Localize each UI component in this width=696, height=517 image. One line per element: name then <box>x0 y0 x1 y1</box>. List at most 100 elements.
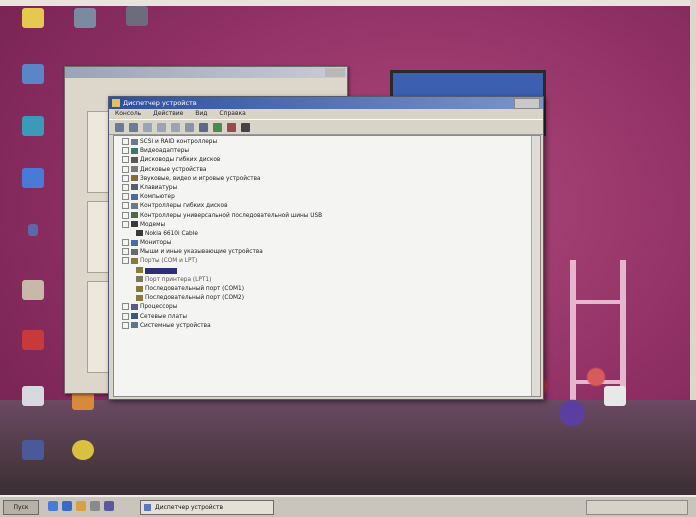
desktop-icon-8[interactable] <box>8 440 58 469</box>
system-icon <box>131 322 138 329</box>
tree-child-item[interactable] <box>114 267 540 276</box>
port-icon <box>131 257 138 264</box>
tree-category[interactable]: SCSI и RAID контроллеры <box>114 138 540 147</box>
expand-icon[interactable] <box>122 138 129 145</box>
window-controls[interactable] <box>325 68 345 77</box>
expand-icon[interactable] <box>122 303 129 311</box>
device-tree[interactable]: SCSI и RAID контроллеры Видеоадаптеры Диск… <box>113 135 541 397</box>
expand-icon[interactable] <box>122 202 129 210</box>
desktop-icon-3[interactable] <box>8 224 58 245</box>
update-driver-icon[interactable] <box>213 122 222 132</box>
expand-icon[interactable] <box>122 183 129 191</box>
tree-item-label: Дисковые устройства <box>140 166 207 173</box>
desktop-icon-7[interactable] <box>58 390 108 419</box>
uninstall-icon[interactable] <box>241 122 250 132</box>
forward-icon[interactable] <box>129 122 138 132</box>
ie-quicklaunch-icon[interactable] <box>62 501 72 511</box>
up-icon[interactable] <box>143 122 152 132</box>
refresh-icon[interactable] <box>185 122 194 132</box>
tree-child-item[interactable]: Nokia 6610i Cable <box>114 230 540 239</box>
tree-category[interactable]: Мыши и иные указывающие устройства <box>114 248 540 257</box>
menu-console[interactable]: Консоль <box>115 110 141 117</box>
disk-icon <box>131 166 138 173</box>
tree-category[interactable]: Контроллеры гибких дисков <box>114 202 540 211</box>
tree-item-label: Порты (COM и LPT) <box>140 258 198 265</box>
port-icon <box>136 285 143 292</box>
tree-category[interactable]: Порты (COM и LPT) <box>114 257 540 266</box>
menu-action[interactable]: Действие <box>153 110 183 117</box>
tree-child-item[interactable]: Последовательный порт (COM2) <box>114 294 540 303</box>
device-manager-window[interactable]: Диспетчер устройств Консоль Действие Вид… <box>108 96 544 400</box>
desktop-icon-5[interactable] <box>8 330 58 359</box>
tree-category[interactable]: Процессоры <box>114 303 540 312</box>
desktop-icon-internet-explorer[interactable] <box>8 168 58 197</box>
desktop-icon-recycle-bin[interactable] <box>590 386 640 415</box>
tree-item-label: Звуковые, видео и игровые устройства <box>140 175 261 182</box>
device-manager-task-icon <box>144 504 151 511</box>
tree-category[interactable]: Дисковые устройства <box>114 165 540 175</box>
system-properties-titlebar[interactable] <box>65 67 347 78</box>
desktop-icon-2[interactable] <box>8 116 58 145</box>
desktop-icon-network[interactable] <box>60 8 110 37</box>
expand-icon[interactable] <box>122 211 129 219</box>
computer-icon <box>131 193 138 200</box>
back-icon[interactable] <box>115 122 124 132</box>
expand-icon[interactable] <box>122 193 129 201</box>
properties-icon[interactable] <box>157 122 166 132</box>
tree-item-label: Мониторы <box>140 240 172 247</box>
expand-icon[interactable] <box>122 165 129 173</box>
taskbar-device-manager[interactable]: Диспетчер устройств <box>140 500 274 515</box>
desktop-icon-9[interactable] <box>58 440 108 469</box>
collapse-icon[interactable] <box>122 220 129 228</box>
tree-category[interactable]: Звуковые, видео и игровые устройства <box>114 174 540 184</box>
expand-icon[interactable] <box>122 156 129 164</box>
explorer-quicklaunch-icon[interactable] <box>90 501 100 511</box>
desktop-icon-6[interactable] <box>8 386 58 415</box>
expand-icon[interactable] <box>122 312 129 320</box>
tree-item-label: Процессоры <box>140 304 178 311</box>
desktop-icon-shortcut[interactable] <box>112 6 162 35</box>
desktop-icon-my-computer[interactable] <box>8 64 58 93</box>
misc-quicklaunch-icon[interactable] <box>104 501 114 511</box>
collapse-icon[interactable] <box>122 257 129 265</box>
start-button[interactable]: Пуск <box>3 500 39 515</box>
tree-category[interactable]: Клавиатуры <box>114 183 540 193</box>
tree-item-label: SCSI и RAID контроллеры <box>140 139 218 145</box>
device-manager-titlebar[interactable]: Диспетчер устройств <box>109 97 543 109</box>
show-desktop-icon[interactable] <box>48 501 58 511</box>
tree-category[interactable]: Контроллеры универсальной последовательн… <box>114 211 540 221</box>
task-label: Диспетчер устройств <box>155 504 224 511</box>
help-icon[interactable] <box>171 122 180 132</box>
modem-icon <box>131 221 138 228</box>
window-controls[interactable] <box>514 98 540 109</box>
tree-category[interactable]: Компьютер <box>114 193 540 202</box>
tree-category[interactable]: Дисководы гибких дисков <box>114 156 540 165</box>
tree-category[interactable]: Мониторы <box>114 239 540 248</box>
tree-child-item[interactable]: Последовательный порт (COM1) <box>114 285 540 294</box>
monitor-icon <box>131 239 138 246</box>
expand-icon[interactable] <box>122 248 129 256</box>
menu-help[interactable]: Справка <box>219 110 245 117</box>
tree-child-item[interactable]: Порт принтера (LPT1) <box>114 276 540 285</box>
sound-icon <box>131 175 138 182</box>
desktop-icon-4[interactable] <box>8 280 58 309</box>
tree-category[interactable]: Сетевые платы <box>114 312 540 322</box>
vertical-scrollbar[interactable] <box>531 136 540 396</box>
disable-icon[interactable] <box>227 122 236 132</box>
mouse-icon <box>131 248 138 255</box>
desktop-icon-my-documents[interactable] <box>8 8 58 37</box>
tree-category[interactable]: Модемы <box>114 220 540 230</box>
media-quicklaunch-icon[interactable] <box>76 501 86 511</box>
tree-item-label <box>145 267 177 274</box>
menu-view[interactable]: Вид <box>195 110 207 117</box>
expand-icon[interactable] <box>122 239 129 247</box>
port-icon <box>136 267 143 274</box>
tree-item-label: Мыши и иные указывающие устройства <box>140 249 263 256</box>
expand-icon[interactable] <box>122 147 129 155</box>
scan-icon[interactable] <box>199 122 208 132</box>
expand-icon[interactable] <box>122 174 129 182</box>
expand-icon[interactable] <box>122 321 129 329</box>
tree-category[interactable]: Системные устройства <box>114 321 540 331</box>
port-icon <box>136 294 143 301</box>
tree-category[interactable]: Видеоадаптеры <box>114 147 540 156</box>
